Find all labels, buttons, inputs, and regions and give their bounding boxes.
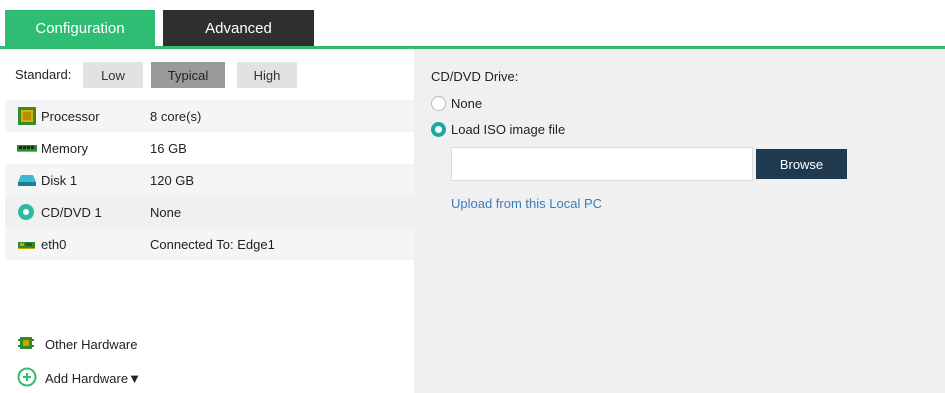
cd-dvd-panel: CD/DVD Drive: None Load ISO image file B… — [414, 49, 945, 393]
hardware-value: None — [150, 204, 182, 220]
hardware-name: Disk 1 — [41, 172, 78, 188]
hardware-value: 120 GB — [150, 172, 195, 188]
standard-high-button[interactable]: High — [237, 62, 297, 88]
radio-iso[interactable] — [431, 121, 446, 137]
hardware-list: Processor 8 core(s) Memory 16 GB Disk 1 … — [5, 100, 414, 260]
network-card-icon — [17, 235, 37, 253]
add-hardware-button[interactable]: Add Hardware▼ — [17, 367, 141, 390]
add-circle-icon — [17, 367, 37, 390]
hardware-name: Processor — [41, 108, 100, 124]
tab-advanced[interactable]: Advanced — [163, 10, 314, 47]
tab-bar: Configuration Advanced — [0, 0, 945, 50]
standard-typical-button[interactable]: Typical — [151, 62, 225, 88]
other-hardware-icon — [17, 334, 35, 355]
add-hardware-label: Add Hardware▼ — [45, 370, 141, 386]
other-hardware-label: Other Hardware — [45, 336, 138, 352]
browse-button[interactable]: Browse — [756, 149, 847, 179]
radio-none[interactable] — [431, 95, 446, 111]
hardware-value: 8 core(s) — [150, 108, 202, 124]
processor-icon — [17, 107, 37, 125]
cd-option-iso[interactable]: Load ISO image file — [431, 120, 565, 138]
cd-dvd-icon — [17, 203, 37, 221]
hardware-value: Connected To: Edge1 — [150, 236, 275, 252]
iso-path-input[interactable] — [451, 147, 753, 181]
hardware-row-memory[interactable]: Memory 16 GB — [5, 132, 414, 164]
hardware-row-disk-1[interactable]: Disk 1 120 GB — [5, 164, 414, 196]
hardware-name: Memory — [41, 140, 88, 156]
other-hardware[interactable]: Other Hardware — [17, 334, 137, 355]
tab-configuration[interactable]: Configuration — [5, 10, 155, 47]
cd-option-none[interactable]: None — [431, 94, 482, 112]
hardware-value: 16 GB — [150, 140, 187, 156]
memory-icon — [17, 139, 37, 157]
cd-dvd-title: CD/DVD Drive: — [431, 69, 519, 84]
standard-low-button[interactable]: Low — [83, 62, 143, 88]
cd-option-iso-label: Load ISO image file — [451, 121, 566, 137]
hardware-name: CD/DVD 1 — [41, 204, 102, 220]
hardware-name: eth0 — [41, 236, 67, 252]
hardware-row-eth0[interactable]: eth0 Connected To: Edge1 — [5, 228, 414, 260]
hardware-panel: Standard: Low Typical High Processor 8 c… — [5, 49, 414, 393]
hardware-row-processor[interactable]: Processor 8 core(s) — [5, 100, 414, 132]
hardware-row-cd-dvd-1[interactable]: CD/DVD 1 None — [5, 196, 414, 228]
cd-option-none-label: None — [451, 95, 483, 111]
standard-label: Standard: — [15, 67, 72, 82]
disk-icon — [17, 171, 37, 189]
upload-local-link[interactable]: Upload from this Local PC — [451, 196, 602, 211]
